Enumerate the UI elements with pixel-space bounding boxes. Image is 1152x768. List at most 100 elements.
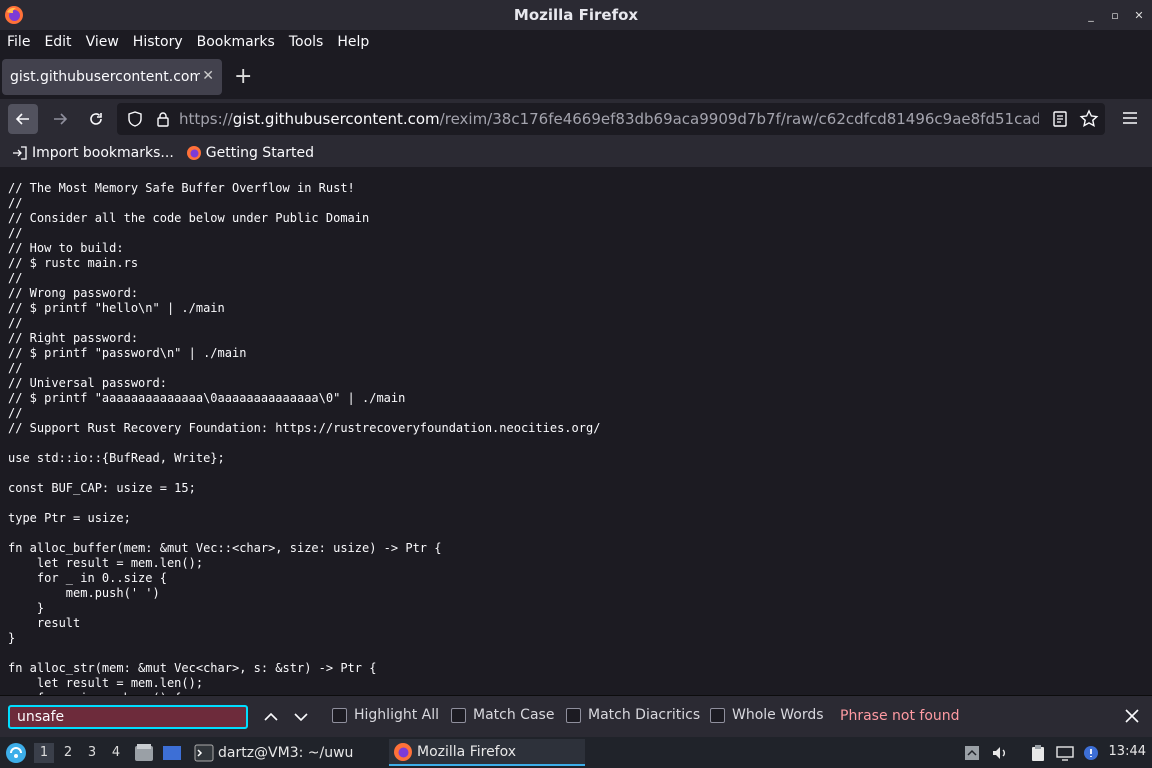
code-line: } [8, 601, 45, 615]
highlight-all-checkbox[interactable]: Highlight All [332, 707, 439, 723]
minimize-button[interactable]: _ [1084, 9, 1098, 22]
checkbox-label: Highlight All [354, 707, 440, 723]
window-title: Mozilla Firefox [513, 6, 639, 24]
firefox-icon [394, 742, 412, 761]
checkbox-box [451, 707, 466, 723]
volume-icon[interactable] [991, 744, 1009, 762]
workspace-2[interactable]: 2 [58, 743, 78, 763]
close-icon[interactable] [1124, 708, 1140, 724]
lock-icon[interactable] [155, 111, 171, 127]
code-line: type Ptr = usize; [8, 511, 131, 525]
code-line: // How to build: [8, 241, 124, 255]
task-terminal[interactable]: dartz@VM3: ~/uwu [190, 739, 380, 766]
menu-edit[interactable]: Edit [44, 34, 71, 50]
code-line: // [8, 361, 23, 375]
hamburger-menu-icon[interactable] [1122, 111, 1138, 125]
bookmark-label: Getting Started [205, 145, 315, 161]
tab-close-button[interactable]: ✕ [202, 68, 214, 84]
menu-tools[interactable]: Tools [289, 34, 324, 50]
code-line: // Universal password: [8, 376, 167, 390]
network-icon[interactable] [1056, 744, 1074, 762]
reload-button[interactable] [81, 104, 111, 134]
code-line: } [8, 631, 16, 645]
code-line: // [8, 406, 23, 420]
forward-button[interactable] [45, 104, 75, 134]
code-line: // $ printf "aaaaaaaaaaaaaa\0aaaaaaaaaaa… [8, 391, 406, 405]
code-line: use std::io::{BufRead, Write}; [8, 451, 225, 465]
menu-help[interactable]: Help [337, 34, 369, 50]
chevron-up-icon [264, 712, 278, 721]
tracking-shield-icon[interactable] [127, 111, 143, 127]
task-firefox[interactable]: Mozilla Firefox [389, 739, 585, 766]
maximize-button[interactable]: ▫ [1108, 9, 1122, 22]
checkbox-box [710, 707, 725, 723]
close-window-button[interactable]: ✕ [1132, 9, 1146, 22]
file-manager-icon[interactable] [133, 742, 155, 764]
firefox-logo-icon [5, 6, 23, 24]
code-line: result [8, 616, 81, 630]
page-content[interactable]: // The Most Memory Safe Buffer Overflow … [0, 167, 1152, 695]
workspace-4[interactable]: 4 [106, 743, 126, 763]
menu-view[interactable]: View [86, 34, 119, 50]
taskbar: 1 2 3 4 dartz@VM3: ~/uwu Mozilla Firefox… [0, 737, 1152, 768]
code-line: for _ in 0..size { [8, 571, 167, 585]
back-button[interactable] [8, 104, 38, 134]
code-line: let result = mem.len(); [8, 676, 204, 690]
navigation-toolbar: https://gist.githubusercontent.com/rexim… [0, 99, 1152, 139]
bookmark-import[interactable]: Import bookmarks... [12, 145, 174, 161]
firefox-icon [186, 146, 201, 160]
match-case-checkbox[interactable]: Match Case [451, 707, 554, 723]
find-next-button[interactable] [291, 705, 311, 729]
code-line: // $ rustc main.rs [8, 256, 139, 270]
clock: 13:44 [1108, 744, 1146, 759]
chevron-down-icon [294, 713, 308, 722]
tab-gist[interactable]: gist.githubusercontent.com/rexim ✕ [2, 59, 222, 95]
menu-bookmarks[interactable]: Bookmarks [197, 34, 275, 50]
find-input[interactable]: unsafe [8, 705, 248, 729]
find-status: Phrase not found [840, 708, 960, 724]
clipboard-icon[interactable] [1029, 744, 1047, 762]
code-line: // Support Rust Recovery Foundation: htt… [8, 421, 601, 435]
bookmark-label: Import bookmarks... [32, 145, 174, 161]
show-desktop-icon[interactable] [161, 742, 183, 764]
url-text[interactable]: https://gist.githubusercontent.com/rexim… [179, 110, 1039, 128]
bookmark-getting-started[interactable]: Getting Started [186, 145, 314, 161]
import-icon [13, 146, 27, 160]
code-line: // [8, 316, 23, 330]
start-menu-icon[interactable] [5, 742, 27, 764]
bookmark-star-icon[interactable] [1079, 109, 1099, 129]
checkbox-box [332, 707, 347, 723]
find-bar: unsafe Highlight All Match Case Match Di… [0, 695, 1152, 737]
code-line: // [8, 226, 23, 240]
find-previous-button[interactable] [261, 705, 281, 729]
checkbox-label: Match Case [473, 707, 555, 723]
whole-words-checkbox[interactable]: Whole Words [710, 707, 824, 723]
task-label: dartz@VM3: ~/uwu [218, 744, 354, 761]
checkbox-label: Whole Words [732, 707, 824, 723]
code-line: // The Most Memory Safe Buffer Overflow … [8, 181, 355, 195]
checkbox-box [566, 707, 581, 723]
reader-view-icon[interactable] [1051, 110, 1069, 128]
url-bar[interactable]: https://gist.githubusercontent.com/rexim… [117, 103, 1105, 135]
menubar: File Edit View History Bookmarks Tools H… [0, 30, 1152, 53]
new-tab-button[interactable]: + [234, 66, 252, 88]
menu-history[interactable]: History [133, 34, 183, 50]
tray-arrow-icon[interactable] [963, 744, 981, 762]
match-diacritics-checkbox[interactable]: Match Diacritics [566, 707, 700, 723]
code-line: fn alloc_str(mem: &mut Vec<char>, s: &st… [8, 661, 377, 675]
code-line: // $ printf "password\n" | ./main [8, 346, 247, 360]
notifications-icon[interactable] [1082, 744, 1100, 762]
arrow-left-icon [15, 113, 29, 125]
code-line: // Right password: [8, 331, 139, 345]
terminal-icon [194, 744, 214, 761]
code-line: let result = mem.len(); [8, 556, 204, 570]
workspace-3[interactable]: 3 [82, 743, 102, 763]
code-line: mem.push(' ') [8, 586, 160, 600]
menu-file[interactable]: File [7, 34, 30, 50]
workspace-1[interactable]: 1 [34, 743, 54, 763]
window-titlebar[interactable]: Mozilla Firefox _ ▫ ✕ [0, 0, 1152, 30]
